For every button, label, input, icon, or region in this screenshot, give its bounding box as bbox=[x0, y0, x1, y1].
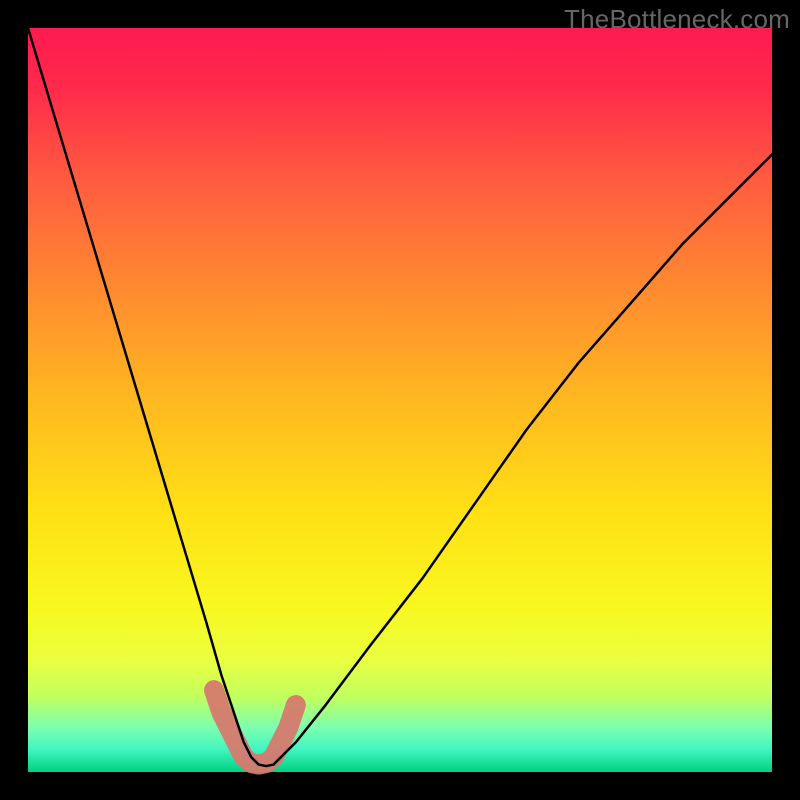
chart-frame: TheBottleneck.com bbox=[0, 0, 800, 800]
bottleneck-chart bbox=[0, 0, 800, 800]
watermark-text: TheBottleneck.com bbox=[564, 4, 790, 35]
